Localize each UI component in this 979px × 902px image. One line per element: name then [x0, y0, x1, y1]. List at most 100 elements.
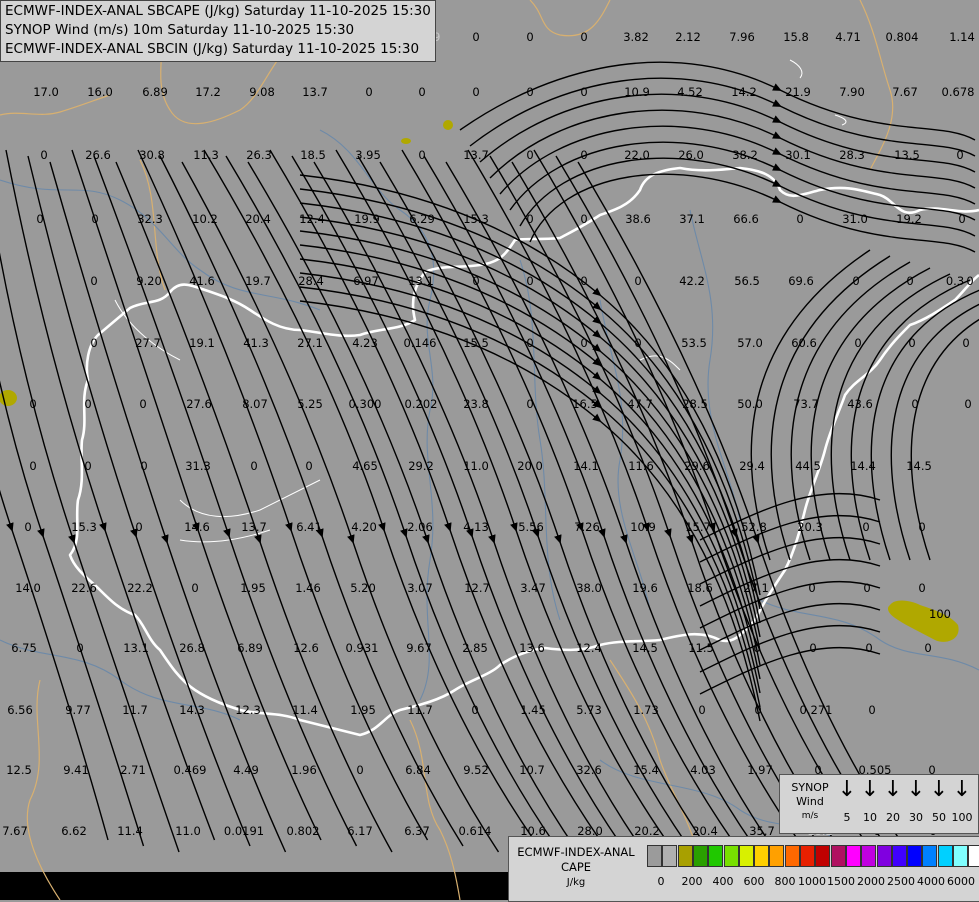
cape-value: 27.6 — [186, 397, 212, 411]
cape-value: 0 — [76, 641, 84, 655]
cape-legend-title: ECMWF-INDEX-ANAL CAPE J/kg — [517, 845, 635, 888]
streamline — [93, 155, 358, 847]
cape-value: 20.0 — [517, 459, 543, 473]
cape-value: 8.07 — [242, 397, 268, 411]
cape-value: 6.29 — [409, 212, 435, 226]
cape-value: 6.89 — [237, 641, 263, 655]
cape-value: 13.1 — [408, 274, 434, 288]
cape-color-swatch — [662, 845, 678, 867]
cape-value: 11.4 — [292, 703, 318, 717]
header-line-cape: ECMWF-INDEX-ANAL SBCAPE (J/kg) Saturday … — [5, 3, 431, 19]
cape-value: 73.7 — [793, 397, 819, 411]
cape-value: 9.08 — [249, 85, 275, 99]
cape-color-swatch — [830, 845, 846, 867]
cape-value: 1.73 — [633, 703, 659, 717]
cape-value: 0.202 — [404, 397, 438, 411]
cape-value: 29.6 — [684, 459, 710, 473]
cape-value: 16.0 — [87, 85, 113, 99]
cape-value: 0 — [854, 336, 862, 350]
cape-value: 11.7 — [407, 703, 433, 717]
cape-value: 0.804 — [885, 30, 919, 44]
cape-value: 12.6 — [293, 641, 319, 655]
cape-value: 19.2 — [896, 212, 922, 226]
cape-value: 0 — [250, 459, 258, 473]
cape-value: 27.1 — [297, 336, 323, 350]
cape-value: 50.0 — [737, 397, 763, 411]
cape-value: 14.3 — [179, 703, 205, 717]
cape-value: 1.96 — [291, 763, 317, 777]
cape-value: 0 — [698, 703, 706, 717]
wind-speed-label: 50 — [932, 811, 946, 824]
cape-value: 3.95 — [355, 148, 381, 162]
cape-value: 1.95 — [240, 581, 266, 595]
cape-value: 28.5 — [682, 397, 708, 411]
cape-value: 6.97 — [353, 274, 379, 288]
cape-value: 26.0 — [678, 148, 704, 162]
cape-value: 20.4 — [245, 212, 271, 226]
cape-value: 69.6 — [788, 274, 814, 288]
streamline — [299, 202, 761, 624]
streamline — [577, 161, 909, 853]
wind-speed-label: 20 — [886, 811, 900, 824]
cape-value: 4.23 — [352, 336, 378, 350]
cape-value: 3.82 — [623, 30, 649, 44]
cape-tick-label: 2500 — [887, 875, 915, 888]
cape-value: 9.77 — [65, 703, 91, 717]
cape-value: 0 — [305, 459, 313, 473]
cape-value: 0 — [911, 397, 919, 411]
cape-value: 0 — [90, 274, 98, 288]
cape-value: 12.3 — [235, 703, 261, 717]
cape-value: 0 — [865, 641, 873, 655]
cape-value: 14.1 — [573, 459, 599, 473]
cape-color-swatch — [769, 845, 785, 867]
streamline — [459, 61, 976, 141]
wind-arrow-icon: ↓ — [952, 777, 972, 802]
cape-color-swatch — [677, 845, 693, 867]
cape-value: 0 — [526, 30, 534, 44]
cape-value: 0 — [962, 336, 970, 350]
cape-value: 0 — [964, 397, 972, 411]
cape-value: 100 — [929, 607, 951, 621]
cape-value: 0 — [868, 703, 876, 717]
cape-value: 2.06 — [407, 520, 433, 534]
cape-tick-label: 400 — [712, 875, 734, 888]
cape-value: 11.0 — [175, 824, 201, 838]
cape-value: 0 — [580, 274, 588, 288]
cape-value: 1.95 — [350, 703, 376, 717]
cape-value: 0 — [84, 459, 92, 473]
streamline — [115, 161, 393, 853]
cape-value: 41.6 — [189, 274, 215, 288]
cape-value: 13.5 — [894, 148, 920, 162]
cape-value: 11.7 — [122, 703, 148, 717]
cape-value: 14.5 — [632, 641, 658, 655]
cape-value: 2.71 — [120, 763, 146, 777]
map-header: ECMWF-INDEX-ANAL SBCAPE (J/kg) Saturday … — [0, 0, 436, 62]
streamline — [401, 149, 733, 841]
cape-value: 19.7 — [245, 274, 271, 288]
cape-value: 53.5 — [681, 336, 707, 350]
cape-value: 32.3 — [137, 212, 163, 226]
cape-value: 4.49 — [233, 763, 259, 777]
cape-color-swatch — [907, 845, 923, 867]
cape-value: 3.47 — [520, 581, 546, 595]
cape-value: 14.4 — [850, 459, 876, 473]
cape-value: 0 — [924, 641, 932, 655]
cape-value: 10.2 — [192, 212, 218, 226]
cape-value: 1.14 — [949, 30, 975, 44]
cape-value: 6.89 — [142, 85, 168, 99]
cape-value: 2.12 — [675, 30, 701, 44]
cape-value: 7.67 — [2, 824, 28, 838]
cape-value: 0 — [526, 336, 534, 350]
cape-value: 5.25 — [297, 397, 323, 411]
streamline — [0, 380, 145, 847]
cape-value: 0 — [24, 520, 32, 534]
cape-tick-label: 600 — [743, 875, 765, 888]
cape-value: 4.13 — [463, 520, 489, 534]
cape-value: 0 — [526, 274, 534, 288]
wind-streamlines — [0, 61, 979, 853]
cape-value: 1.45 — [520, 703, 546, 717]
cape-value: 30.1 — [785, 148, 811, 162]
streamline — [790, 261, 911, 561]
cape-value: 6.56 — [7, 703, 33, 717]
cape-color-swatch — [876, 845, 892, 867]
